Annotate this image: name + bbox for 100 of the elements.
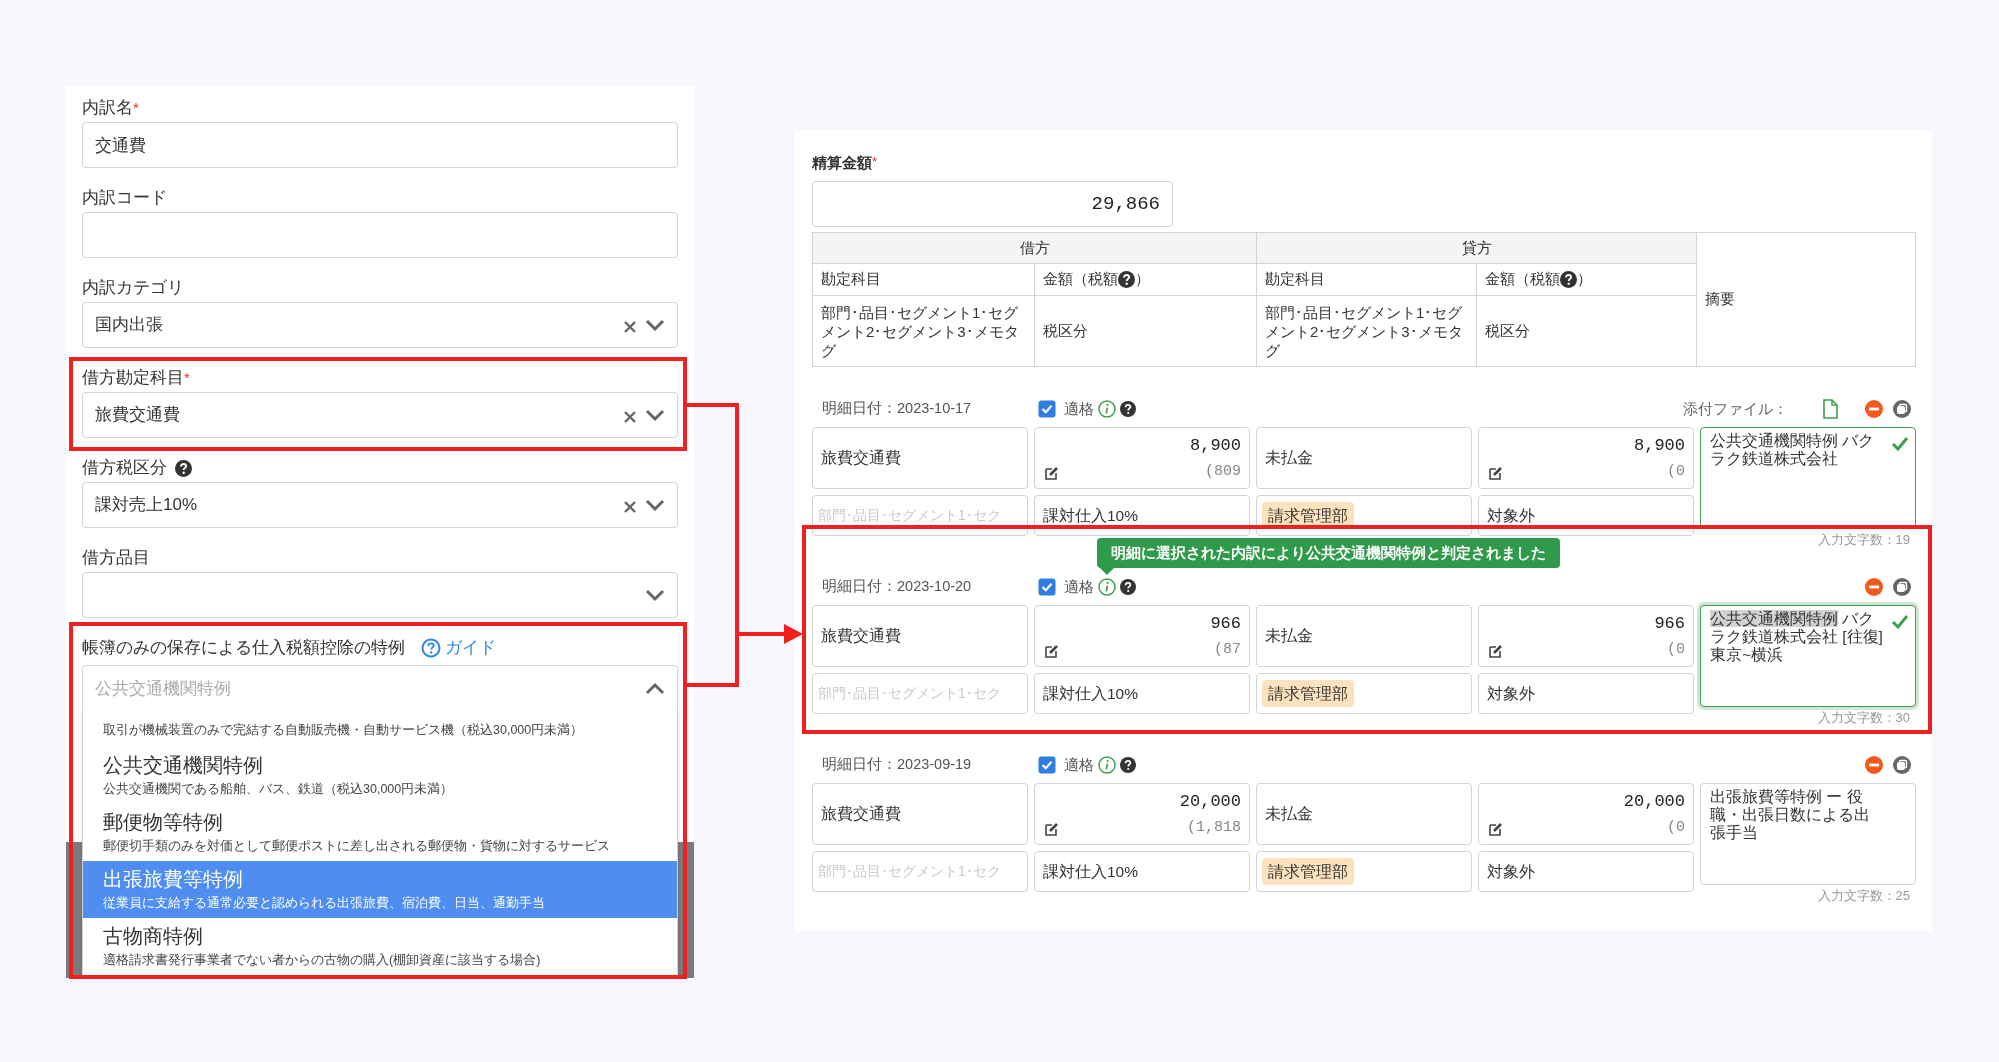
column-header: 税区分 bbox=[1035, 296, 1257, 366]
checkmark-icon bbox=[1891, 436, 1909, 452]
char-count: 入力文字数：19 bbox=[1817, 531, 1910, 548]
amount-field[interactable]: 20,000 (1,818 bbox=[1034, 783, 1250, 845]
copy-icon[interactable] bbox=[1892, 755, 1912, 775]
arrow bbox=[737, 624, 803, 644]
option-title: 公共交通機関特例 bbox=[103, 753, 264, 778]
department-field[interactable]: 請求管理部 bbox=[1256, 851, 1472, 892]
chevron-up-icon[interactable] bbox=[645, 681, 665, 696]
column-header: 摘要 bbox=[1704, 289, 1736, 310]
clear-icon[interactable] bbox=[623, 410, 637, 424]
option-description: 公共交通機関である船舶、バス、鉄道（税込30,000円未満） bbox=[103, 781, 455, 798]
help-icon[interactable] bbox=[1560, 271, 1577, 288]
select-field[interactable] bbox=[82, 572, 678, 618]
column-header: 勘定科目 bbox=[813, 264, 1035, 296]
edit-icon[interactable] bbox=[1045, 466, 1059, 480]
account-field[interactable]: 旅費交通費 bbox=[812, 427, 1028, 489]
checkbox[interactable] bbox=[1038, 578, 1056, 596]
tax-amount: (0 bbox=[1667, 639, 1685, 660]
text-field[interactable] bbox=[82, 212, 678, 258]
guide-link[interactable]: ガイド bbox=[421, 635, 496, 661]
checkmark-icon bbox=[1891, 614, 1909, 630]
select-field[interactable]: 課対売上10% bbox=[82, 482, 678, 528]
checkbox-label: 適格 bbox=[1064, 754, 1094, 775]
account-field[interactable]: 未払金 bbox=[1256, 427, 1472, 489]
edit-icon[interactable] bbox=[1045, 822, 1059, 836]
help-icon[interactable] bbox=[1120, 757, 1136, 773]
amount-field[interactable]: 20,000 (0 bbox=[1478, 783, 1694, 845]
tax-class-field[interactable]: 課対仕入10% bbox=[1034, 673, 1250, 714]
attachment-label: 添付ファイル： bbox=[1683, 398, 1788, 419]
dropdown-option[interactable]: 古物商特例 適格請求書発行事業者でない者からの古物の購入(棚卸資産に該当する場合) bbox=[83, 918, 677, 975]
help-icon[interactable] bbox=[1120, 579, 1136, 595]
memo-field[interactable]: 公共交通機関特例 バクラク鉄道株式会社 [往復]東京~横浜 bbox=[1700, 605, 1916, 707]
chevron-down-icon[interactable] bbox=[645, 498, 665, 512]
checkbox[interactable] bbox=[1038, 400, 1056, 418]
tax-amount: (0 bbox=[1667, 817, 1685, 838]
amount-field[interactable]: 966 (87 bbox=[1034, 605, 1250, 667]
option-description: 適格請求書発行事業者でない者からの古物の購入(棚卸資産に該当する場合) bbox=[103, 952, 542, 969]
amount-field[interactable]: 8,900 (809 bbox=[1034, 427, 1250, 489]
chevron-down-icon[interactable] bbox=[645, 408, 665, 422]
help-icon[interactable] bbox=[175, 459, 192, 477]
tax-class-field[interactable]: 課対仕入10% bbox=[1034, 495, 1250, 536]
field-label: 借方勘定科目 bbox=[82, 367, 184, 390]
column-header: 部門･品目･セグメント1･セグメント2･セグメント3･メモタグ bbox=[813, 296, 1035, 366]
amount-field[interactable]: 29,866 bbox=[812, 181, 1173, 227]
edit-icon[interactable] bbox=[1489, 822, 1503, 836]
chevron-down-icon[interactable] bbox=[645, 318, 665, 332]
account-field[interactable]: 旅費交通費 bbox=[812, 783, 1028, 845]
char-count: 入力文字数：25 bbox=[1817, 887, 1910, 904]
edit-icon[interactable] bbox=[1489, 644, 1503, 658]
field-label: 内訳名 bbox=[82, 97, 133, 120]
option-title: 出張旅費等特例 bbox=[103, 867, 244, 892]
dropdown-option[interactable]: 取引が機械装置のみで完結する自動販売機・自動サービス機（税込30,000円未満） bbox=[83, 711, 677, 747]
checkbox-label: 適格 bbox=[1064, 398, 1094, 419]
select-field[interactable]: 国内出張 bbox=[82, 302, 678, 348]
copy-icon[interactable] bbox=[1892, 399, 1912, 419]
help-icon[interactable] bbox=[1120, 401, 1136, 417]
chevron-down-icon[interactable] bbox=[645, 588, 665, 602]
tax-amount: (809 bbox=[1205, 461, 1241, 482]
column-header: 部門･品目･セグメント1･セグメント2･セグメント3･メモタグ bbox=[1257, 296, 1477, 366]
field-label: 借方品目 bbox=[82, 547, 150, 570]
select-field[interactable]: 旅費交通費 bbox=[82, 392, 678, 438]
dropdown-option[interactable]: 郵便物等特例 郵便切手類のみを対価として郵便ポストに差し出される郵便物・貨物に対するサービス bbox=[83, 804, 677, 861]
help-icon[interactable] bbox=[1118, 271, 1135, 288]
field-label: 内訳カテゴリ bbox=[82, 277, 184, 300]
department-tag: 請求管理部 bbox=[1262, 679, 1354, 708]
dropdown-option[interactable]: 公共交通機関特例 公共交通機関である船舶、バス、鉄道（税込30,000円未満） bbox=[83, 747, 677, 804]
remove-icon[interactable] bbox=[1864, 399, 1884, 419]
edit-icon[interactable] bbox=[1045, 644, 1059, 658]
column-header: 金額（税額 ） bbox=[1035, 264, 1257, 296]
department-field[interactable]: 請求管理部 bbox=[1256, 673, 1472, 714]
line-date: 明細日付：2023-10-20 bbox=[821, 577, 973, 597]
checkbox[interactable] bbox=[1038, 756, 1056, 774]
account-field[interactable]: 旅費交通費 bbox=[812, 605, 1028, 667]
remove-icon[interactable] bbox=[1864, 577, 1884, 597]
clear-icon[interactable] bbox=[623, 500, 637, 514]
column-header: 貸方 bbox=[1257, 233, 1697, 264]
tax-amount: (0 bbox=[1667, 461, 1685, 482]
text-field[interactable]: 交通費 bbox=[82, 122, 678, 168]
remove-icon[interactable] bbox=[1864, 755, 1884, 775]
tooltip: 明細に選択された内訳により公共交通機関特例と判定されました bbox=[1097, 538, 1560, 575]
tax-class-field[interactable]: 対象外 bbox=[1478, 851, 1694, 892]
column-header: 勘定科目 bbox=[1257, 264, 1477, 296]
tax-class-field[interactable]: 課対仕入10% bbox=[1034, 851, 1250, 892]
clear-icon[interactable] bbox=[623, 320, 637, 334]
tax-class-field[interactable]: 対象外 bbox=[1478, 673, 1694, 714]
document-icon[interactable] bbox=[1822, 399, 1838, 419]
tax-class-field[interactable]: 対象外 bbox=[1478, 495, 1694, 536]
required-mark: * bbox=[184, 368, 190, 388]
amount-field[interactable]: 8,900 (0 bbox=[1478, 427, 1694, 489]
required-mark: * bbox=[872, 153, 878, 169]
amount-field[interactable]: 966 (0 bbox=[1478, 605, 1694, 667]
edit-icon[interactable] bbox=[1489, 466, 1503, 480]
checkbox-label: 適格 bbox=[1064, 576, 1094, 597]
department-field[interactable]: 請求管理部 bbox=[1256, 495, 1472, 536]
copy-icon[interactable] bbox=[1892, 577, 1912, 597]
memo-field[interactable]: 出張旅費等特例 ー 役職・出張日数による出張手当 bbox=[1700, 783, 1916, 885]
help-circle-icon[interactable] bbox=[421, 638, 441, 658]
account-field[interactable]: 未払金 bbox=[1256, 783, 1472, 845]
account-field[interactable]: 未払金 bbox=[1256, 605, 1472, 667]
